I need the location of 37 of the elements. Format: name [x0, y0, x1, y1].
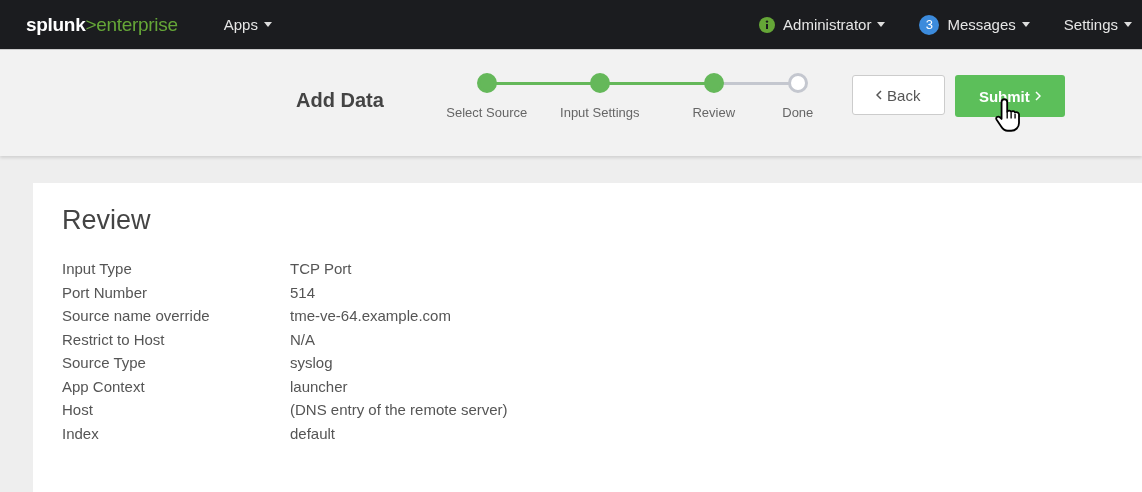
- step-label: Select Source: [446, 105, 528, 120]
- menu-button[interactable]: Apps: [223, 12, 272, 37]
- menu-button[interactable]: Administrator: [783, 12, 886, 37]
- message-count-badge: 3: [919, 14, 940, 35]
- review-title: Review: [62, 205, 152, 236]
- field-value: launcher: [290, 377, 349, 395]
- chevron-left-icon: [876, 90, 883, 100]
- caret-icon: [1021, 22, 1030, 27]
- field-label: Index: [62, 424, 100, 442]
- field-label: Source Type: [62, 354, 147, 371]
- step-label: Done: [782, 105, 814, 120]
- field-label: Port Number: [62, 283, 149, 301]
- chevron-right-icon: [1034, 91, 1041, 101]
- brand-name: splunk: [26, 13, 86, 35]
- field-value: TCP Port: [290, 260, 353, 277]
- caret-icon: [263, 22, 272, 27]
- field-value: (DNS entry of the remote server): [290, 401, 509, 418]
- product-name: >enterprise: [85, 13, 178, 35]
- menu-button[interactable]: Settings: [1063, 12, 1132, 37]
- field-value: 514: [290, 283, 317, 301]
- step-label: Input Settings: [560, 105, 640, 120]
- field-value: tme-ve-64.example.com: [290, 307, 452, 324]
- field-value: N/A: [290, 330, 316, 348]
- back-button[interactable]: Back: [851, 75, 945, 115]
- caret-icon: [877, 22, 886, 27]
- field-value: default: [290, 424, 337, 442]
- step-label: Review: [692, 105, 736, 120]
- menu-button[interactable]: Messages: [947, 12, 1030, 37]
- field-label: Input Type: [62, 260, 133, 277]
- field-value: syslog: [290, 354, 334, 371]
- field-label: Restrict to Host: [62, 330, 166, 348]
- caret-icon: [1124, 22, 1132, 27]
- wizard-title: Add Data: [296, 88, 384, 113]
- field-label: Source name override: [62, 307, 211, 324]
- field-label: Host: [62, 401, 94, 418]
- info-icon: [759, 16, 776, 33]
- field-label: App Context: [62, 377, 146, 395]
